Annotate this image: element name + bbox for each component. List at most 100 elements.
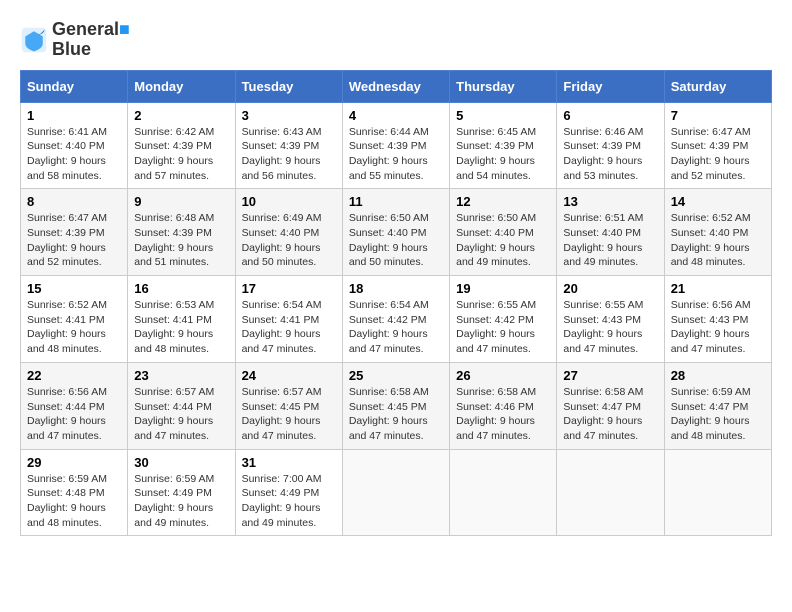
day-number: 8 (27, 194, 121, 209)
calendar-cell: 16 Sunrise: 6:53 AM Sunset: 4:41 PM Dayl… (128, 276, 235, 363)
day-number: 13 (563, 194, 657, 209)
calendar-header-tuesday: Tuesday (235, 70, 342, 102)
day-number: 18 (349, 281, 443, 296)
day-info: Sunrise: 6:42 AM Sunset: 4:39 PM Dayligh… (134, 125, 228, 184)
day-info: Sunrise: 6:55 AM Sunset: 4:43 PM Dayligh… (563, 298, 657, 357)
day-number: 10 (242, 194, 336, 209)
day-number: 1 (27, 108, 121, 123)
day-info: Sunrise: 6:48 AM Sunset: 4:39 PM Dayligh… (134, 211, 228, 270)
day-info: Sunrise: 6:56 AM Sunset: 4:43 PM Dayligh… (671, 298, 765, 357)
day-number: 28 (671, 368, 765, 383)
calendar-cell (664, 449, 771, 536)
calendar-week-2: 8 Sunrise: 6:47 AM Sunset: 4:39 PM Dayli… (21, 189, 772, 276)
day-info: Sunrise: 7:00 AM Sunset: 4:49 PM Dayligh… (242, 472, 336, 531)
day-info: Sunrise: 6:49 AM Sunset: 4:40 PM Dayligh… (242, 211, 336, 270)
calendar-cell: 13 Sunrise: 6:51 AM Sunset: 4:40 PM Dayl… (557, 189, 664, 276)
day-info: Sunrise: 6:41 AM Sunset: 4:40 PM Dayligh… (27, 125, 121, 184)
day-info: Sunrise: 6:47 AM Sunset: 4:39 PM Dayligh… (671, 125, 765, 184)
day-info: Sunrise: 6:52 AM Sunset: 4:41 PM Dayligh… (27, 298, 121, 357)
calendar-cell: 10 Sunrise: 6:49 AM Sunset: 4:40 PM Dayl… (235, 189, 342, 276)
day-number: 7 (671, 108, 765, 123)
calendar-cell: 14 Sunrise: 6:52 AM Sunset: 4:40 PM Dayl… (664, 189, 771, 276)
day-info: Sunrise: 6:44 AM Sunset: 4:39 PM Dayligh… (349, 125, 443, 184)
calendar-cell (557, 449, 664, 536)
calendar-week-3: 15 Sunrise: 6:52 AM Sunset: 4:41 PM Dayl… (21, 276, 772, 363)
calendar-cell: 28 Sunrise: 6:59 AM Sunset: 4:47 PM Dayl… (664, 362, 771, 449)
calendar-cell: 4 Sunrise: 6:44 AM Sunset: 4:39 PM Dayli… (342, 102, 449, 189)
day-number: 9 (134, 194, 228, 209)
calendar-cell: 29 Sunrise: 6:59 AM Sunset: 4:48 PM Dayl… (21, 449, 128, 536)
day-info: Sunrise: 6:54 AM Sunset: 4:41 PM Dayligh… (242, 298, 336, 357)
day-number: 25 (349, 368, 443, 383)
calendar-cell: 20 Sunrise: 6:55 AM Sunset: 4:43 PM Dayl… (557, 276, 664, 363)
day-number: 24 (242, 368, 336, 383)
calendar-cell: 30 Sunrise: 6:59 AM Sunset: 4:49 PM Dayl… (128, 449, 235, 536)
page-header: General■ Blue (20, 20, 772, 60)
calendar-header-friday: Friday (557, 70, 664, 102)
calendar-cell (342, 449, 449, 536)
day-number: 3 (242, 108, 336, 123)
calendar-header-thursday: Thursday (450, 70, 557, 102)
day-number: 6 (563, 108, 657, 123)
day-number: 21 (671, 281, 765, 296)
day-info: Sunrise: 6:54 AM Sunset: 4:42 PM Dayligh… (349, 298, 443, 357)
calendar-cell: 22 Sunrise: 6:56 AM Sunset: 4:44 PM Dayl… (21, 362, 128, 449)
calendar-cell: 17 Sunrise: 6:54 AM Sunset: 4:41 PM Dayl… (235, 276, 342, 363)
calendar-cell (450, 449, 557, 536)
day-info: Sunrise: 6:58 AM Sunset: 4:45 PM Dayligh… (349, 385, 443, 444)
calendar-cell: 21 Sunrise: 6:56 AM Sunset: 4:43 PM Dayl… (664, 276, 771, 363)
day-info: Sunrise: 6:56 AM Sunset: 4:44 PM Dayligh… (27, 385, 121, 444)
day-info: Sunrise: 6:58 AM Sunset: 4:46 PM Dayligh… (456, 385, 550, 444)
calendar-cell: 12 Sunrise: 6:50 AM Sunset: 4:40 PM Dayl… (450, 189, 557, 276)
day-info: Sunrise: 6:57 AM Sunset: 4:44 PM Dayligh… (134, 385, 228, 444)
calendar-week-4: 22 Sunrise: 6:56 AM Sunset: 4:44 PM Dayl… (21, 362, 772, 449)
logo-icon (20, 26, 48, 54)
day-info: Sunrise: 6:59 AM Sunset: 4:47 PM Dayligh… (671, 385, 765, 444)
day-info: Sunrise: 6:52 AM Sunset: 4:40 PM Dayligh… (671, 211, 765, 270)
calendar-week-1: 1 Sunrise: 6:41 AM Sunset: 4:40 PM Dayli… (21, 102, 772, 189)
day-number: 12 (456, 194, 550, 209)
calendar-header-saturday: Saturday (664, 70, 771, 102)
day-info: Sunrise: 6:53 AM Sunset: 4:41 PM Dayligh… (134, 298, 228, 357)
calendar-cell: 1 Sunrise: 6:41 AM Sunset: 4:40 PM Dayli… (21, 102, 128, 189)
calendar-cell: 27 Sunrise: 6:58 AM Sunset: 4:47 PM Dayl… (557, 362, 664, 449)
day-number: 20 (563, 281, 657, 296)
logo-text: General■ Blue (52, 20, 130, 60)
calendar-cell: 9 Sunrise: 6:48 AM Sunset: 4:39 PM Dayli… (128, 189, 235, 276)
day-number: 30 (134, 455, 228, 470)
day-info: Sunrise: 6:59 AM Sunset: 4:48 PM Dayligh… (27, 472, 121, 531)
day-info: Sunrise: 6:58 AM Sunset: 4:47 PM Dayligh… (563, 385, 657, 444)
day-number: 14 (671, 194, 765, 209)
calendar-cell: 6 Sunrise: 6:46 AM Sunset: 4:39 PM Dayli… (557, 102, 664, 189)
day-info: Sunrise: 6:51 AM Sunset: 4:40 PM Dayligh… (563, 211, 657, 270)
calendar-cell: 5 Sunrise: 6:45 AM Sunset: 4:39 PM Dayli… (450, 102, 557, 189)
calendar-header-monday: Monday (128, 70, 235, 102)
day-number: 15 (27, 281, 121, 296)
calendar-table: SundayMondayTuesdayWednesdayThursdayFrid… (20, 70, 772, 537)
day-info: Sunrise: 6:59 AM Sunset: 4:49 PM Dayligh… (134, 472, 228, 531)
day-number: 31 (242, 455, 336, 470)
calendar-header-row: SundayMondayTuesdayWednesdayThursdayFrid… (21, 70, 772, 102)
day-info: Sunrise: 6:57 AM Sunset: 4:45 PM Dayligh… (242, 385, 336, 444)
day-info: Sunrise: 6:50 AM Sunset: 4:40 PM Dayligh… (349, 211, 443, 270)
calendar-header-sunday: Sunday (21, 70, 128, 102)
day-number: 17 (242, 281, 336, 296)
calendar-cell: 2 Sunrise: 6:42 AM Sunset: 4:39 PM Dayli… (128, 102, 235, 189)
calendar-cell: 26 Sunrise: 6:58 AM Sunset: 4:46 PM Dayl… (450, 362, 557, 449)
logo: General■ Blue (20, 20, 130, 60)
calendar-body: 1 Sunrise: 6:41 AM Sunset: 4:40 PM Dayli… (21, 102, 772, 536)
calendar-cell: 7 Sunrise: 6:47 AM Sunset: 4:39 PM Dayli… (664, 102, 771, 189)
calendar-header-wednesday: Wednesday (342, 70, 449, 102)
day-info: Sunrise: 6:45 AM Sunset: 4:39 PM Dayligh… (456, 125, 550, 184)
day-number: 22 (27, 368, 121, 383)
calendar-cell: 24 Sunrise: 6:57 AM Sunset: 4:45 PM Dayl… (235, 362, 342, 449)
day-info: Sunrise: 6:46 AM Sunset: 4:39 PM Dayligh… (563, 125, 657, 184)
day-number: 5 (456, 108, 550, 123)
day-number: 2 (134, 108, 228, 123)
day-info: Sunrise: 6:43 AM Sunset: 4:39 PM Dayligh… (242, 125, 336, 184)
day-info: Sunrise: 6:50 AM Sunset: 4:40 PM Dayligh… (456, 211, 550, 270)
calendar-cell: 18 Sunrise: 6:54 AM Sunset: 4:42 PM Dayl… (342, 276, 449, 363)
day-number: 23 (134, 368, 228, 383)
day-info: Sunrise: 6:47 AM Sunset: 4:39 PM Dayligh… (27, 211, 121, 270)
calendar-cell: 31 Sunrise: 7:00 AM Sunset: 4:49 PM Dayl… (235, 449, 342, 536)
